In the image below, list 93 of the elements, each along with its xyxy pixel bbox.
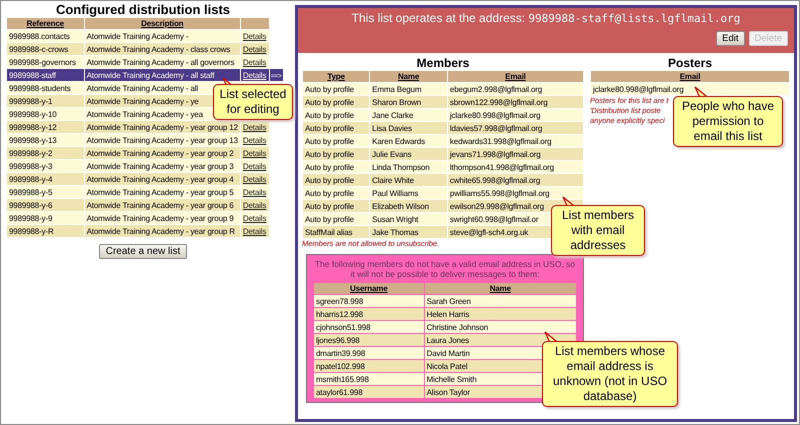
table-cell: Sarah Green [424, 295, 576, 307]
members-title: Members [416, 56, 470, 70]
table-cell: Helen Harris [424, 308, 576, 320]
table-cell: Auto by profile [303, 213, 370, 225]
callout: People who have permission to email this list [673, 96, 783, 147]
table-cell: sbrown122.998@lgflmail.org [448, 96, 583, 108]
table-cell: Atomwide Training Academy - year group 12 [84, 121, 240, 133]
table-cell: hharris12.998 [314, 308, 424, 320]
table-cell: 9989988-y-4 [7, 173, 84, 185]
table-cell: Auto by profile [303, 122, 370, 134]
table-cell: Sharon Brown [370, 96, 447, 108]
posters-title: Posters [666, 56, 714, 70]
table-cell: Linda Thompson [370, 161, 447, 173]
table-cell: 9989988-y-9 [7, 212, 84, 224]
action-button[interactable]: Edit [716, 31, 745, 46]
table-cell: Atomwide Training Academy - year group 6 [84, 199, 240, 211]
table-cell: ljones96.998 [314, 334, 424, 346]
table-cell: Atomwide Training Academy - year group 5 [84, 186, 240, 198]
table-cell: 9989988-y-R [7, 225, 84, 237]
table-cell: Christine Johnson [424, 321, 576, 333]
table-cell: msmith165.998 [314, 373, 424, 385]
table-cell: Auto by profile [303, 200, 370, 212]
table-cell: 9989988-y-10 [7, 108, 84, 120]
unknown-members-message: The following members do not have a valid email address in USO, so it will not be possible to deliver messages to them: [314, 259, 576, 279]
column-header[interactable]: Description [84, 18, 240, 29]
table-cell: StaffMail alias [303, 226, 370, 238]
column-header[interactable]: Name [370, 71, 447, 82]
table-cell: 9989988-y-1 [7, 95, 84, 107]
table-cell: 9989988-governors [7, 56, 84, 68]
table-cell: Auto by profile [303, 174, 370, 186]
table-cell: jclarke80.998@lgflmail.org [448, 109, 583, 121]
table-cell: Jane Clarke [370, 109, 447, 121]
table-cell: cwhite65.998@lgflmail.org [448, 174, 583, 186]
table-cell: lthompson41.998@lgflmail.org [448, 161, 583, 173]
table-cell: Auto by profile [303, 96, 370, 108]
table-cell: dmartin39.998 [314, 347, 424, 359]
table-cell: Paul Williams [370, 187, 447, 199]
table-cell: Atomwide Training Academy - all staff [84, 69, 240, 81]
address-label: This list operates at the address: [352, 11, 526, 25]
table-cell: jclarke80.998@lgflmail.org [591, 83, 789, 95]
column-header[interactable]: Email [448, 71, 583, 82]
table-cell: Atomwide Training Academy - year group 9 [84, 212, 240, 224]
callout: List members with email addresses [551, 205, 645, 256]
column-header[interactable]: Type [303, 71, 370, 82]
table-cell: ataylor61.998 [314, 386, 424, 398]
table-cell: Lisa Davies [370, 122, 447, 134]
table-cell: cjohnson51.998 [314, 321, 424, 333]
table-cell: Jake Thomas [370, 226, 447, 238]
table-cell: Susan Wright [370, 213, 447, 225]
table-cell: Atomwide Training Academy - year group 2 [84, 147, 240, 159]
table-cell: Emma Begum [370, 83, 447, 95]
table-cell: Atomwide Training Academy - year group 13 [84, 134, 240, 146]
table-cell: Atomwide Training Academy - year group 4 [84, 173, 240, 185]
column-header[interactable]: Name [424, 283, 576, 294]
table-cell: Elizabeth Wilson [370, 200, 447, 212]
table-cell: 9989988-y-2 [7, 147, 84, 159]
table-cell: 9989988-y-13 [7, 134, 84, 146]
create-list-button[interactable]: Create a new list [98, 244, 188, 259]
table-cell: Auto by profile [303, 187, 370, 199]
table-cell: Julie Evans [370, 148, 447, 160]
table-cell: Atomwide Training Academy - year group 3 [84, 160, 240, 172]
table-cell: 9989988-students [7, 82, 84, 94]
table-cell: 9989988-y-5 [7, 186, 84, 198]
table-cell: Atomwide Training Academy - all governors [84, 56, 240, 68]
table-cell: Auto by profile [303, 83, 370, 95]
table-cell: Atomwide Training Academy - [84, 30, 240, 42]
table-cell: pwilliams55.998@lgflmail.org [448, 187, 583, 199]
table-cell: jevans71.998@lgflmail.org [448, 148, 583, 160]
table-cell: kedwards31.998@lgflmail.org [448, 135, 583, 147]
callout: List members whose email address is unknown (not in USO database) [542, 341, 678, 407]
table-cell: 9989988.contacts [7, 30, 84, 42]
table-cell: ldavies57.998@lgflmail.org [448, 122, 583, 134]
list-address: 9989988-staff@lists.lgflmail.org [528, 12, 740, 25]
table-cell: 9989988-y-3 [7, 160, 84, 172]
column-header[interactable]: Reference [7, 18, 84, 29]
table-cell: npatel102.998 [314, 360, 424, 372]
table-cell: 9989988-c-crows [7, 43, 84, 55]
table-cell: Karen Edwards [370, 135, 447, 147]
table-cell: Atomwide Training Academy - year group R [84, 225, 240, 237]
table-cell: sgreen78.998 [314, 295, 424, 307]
table-cell: 9989988-staff [7, 69, 84, 81]
table-cell: Claire White [370, 174, 447, 186]
table-cell: 9989988-y-6 [7, 199, 84, 211]
table-cell: Auto by profile [303, 161, 370, 173]
column-header[interactable]: Username [314, 283, 424, 294]
table-cell: Auto by profile [303, 135, 370, 147]
table-cell: Atomwide Training Academy - class crows [84, 43, 240, 55]
table-cell: Auto by profile [303, 148, 370, 160]
table-cell: Auto by profile [303, 109, 370, 121]
column-header[interactable]: Email [591, 71, 789, 82]
table-cell: ebegum2.998@lgflmail.org [448, 83, 583, 95]
table-cell: 9989988-y-12 [7, 121, 84, 133]
lists-title: Configured distribution lists [54, 2, 232, 17]
